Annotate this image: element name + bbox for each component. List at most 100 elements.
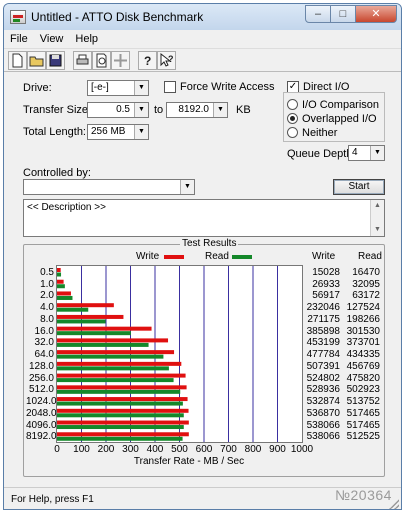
read-bar bbox=[57, 436, 183, 441]
open-icon[interactable] bbox=[27, 51, 46, 70]
queue-depth-value: 4 bbox=[352, 147, 358, 158]
start-button[interactable]: Start bbox=[333, 179, 385, 195]
save-icon[interactable] bbox=[46, 51, 65, 70]
legend-read-label: Read bbox=[205, 251, 229, 262]
size-label: 8192.0 bbox=[26, 431, 57, 443]
toolbar: ? ? bbox=[4, 48, 401, 72]
legend-write-label: Write bbox=[136, 251, 160, 262]
watermark: №20364 bbox=[335, 487, 392, 503]
write-bar bbox=[57, 420, 189, 425]
overlapped-io-radio[interactable] bbox=[287, 113, 298, 124]
help-icon[interactable]: ? bbox=[138, 51, 157, 70]
controlled-by-label: Controlled by: bbox=[23, 167, 91, 179]
size-label: 64.0 bbox=[34, 349, 54, 361]
title-bar[interactable]: Untitled - ATTO Disk Benchmark – □ ✕ bbox=[4, 4, 401, 30]
chevron-down-icon[interactable]: ▼ bbox=[180, 180, 194, 194]
chevron-down-icon[interactable]: ▼ bbox=[134, 81, 148, 95]
transfer-to-label: to bbox=[154, 104, 164, 116]
write-value: 532874 bbox=[306, 396, 340, 408]
scroll-down-icon[interactable]: ▼ bbox=[374, 226, 381, 233]
legend-write-swatch bbox=[164, 255, 184, 259]
x-axis-label: Transfer Rate - MB / Sec bbox=[133, 456, 245, 467]
write-value: 385898 bbox=[306, 325, 340, 337]
controlled-by-select[interactable]: ▼ bbox=[23, 179, 195, 195]
total-length-select[interactable]: 256 MB ▼ bbox=[87, 124, 149, 140]
menu-help[interactable]: Help bbox=[69, 33, 104, 45]
read-value: 517465 bbox=[346, 407, 380, 419]
results-chart-svg bbox=[57, 266, 278, 442]
read-value: 16470 bbox=[352, 267, 380, 278]
write-value: 271175 bbox=[307, 313, 340, 325]
write-bar bbox=[57, 408, 189, 413]
write-value: 232046 bbox=[306, 302, 340, 314]
overlapped-io-label: Overlapped I/O bbox=[302, 113, 377, 125]
main-panel: Drive: [-e-] ▼ Force Write Access ✓ Dire… bbox=[4, 72, 401, 487]
io-comparison-radio[interactable] bbox=[287, 99, 298, 110]
io-comparison-label: I/O Comparison bbox=[302, 99, 380, 111]
write-bar bbox=[57, 279, 64, 284]
read-bar bbox=[57, 319, 106, 324]
transfer-to-select[interactable]: 8192.0 ▼ bbox=[166, 102, 228, 118]
svg-text:?: ? bbox=[168, 54, 174, 64]
chevron-down-icon[interactable]: ▼ bbox=[134, 103, 148, 117]
drive-value: [-e-] bbox=[91, 82, 109, 93]
context-help-icon[interactable]: ? bbox=[157, 51, 176, 70]
transfer-from-value: 0.5 bbox=[116, 104, 130, 115]
description-field[interactable]: << Description >> ▲ ▼ bbox=[23, 199, 385, 237]
write-value: 524802 bbox=[306, 372, 340, 384]
size-label: 16.0 bbox=[34, 325, 54, 337]
queue-depth-select[interactable]: 4 ▼ bbox=[348, 145, 385, 161]
write-bar bbox=[57, 291, 71, 296]
write-bar bbox=[57, 303, 114, 308]
chevron-down-icon[interactable]: ▼ bbox=[134, 125, 148, 139]
menu-view[interactable]: View bbox=[34, 33, 70, 45]
write-value: 536870 bbox=[306, 407, 340, 419]
write-value: 528936 bbox=[306, 384, 340, 396]
queue-depth-label: Queue Depth: bbox=[287, 148, 356, 160]
window-title: Untitled - ATTO Disk Benchmark bbox=[31, 10, 204, 24]
size-label: 1024.0 bbox=[26, 396, 57, 408]
scroll-up-icon[interactable]: ▲ bbox=[374, 202, 381, 209]
write-bar bbox=[57, 350, 175, 355]
menu-file[interactable]: File bbox=[4, 33, 34, 45]
read-bar bbox=[57, 342, 149, 347]
print-icon[interactable] bbox=[73, 51, 92, 70]
read-bar bbox=[57, 413, 184, 418]
new-icon[interactable] bbox=[8, 51, 27, 70]
size-label: 1.0 bbox=[40, 278, 54, 290]
drive-select[interactable]: [-e-] ▼ bbox=[87, 80, 149, 96]
write-bar bbox=[57, 385, 187, 390]
move-icon[interactable] bbox=[111, 51, 130, 70]
transfer-unit-label: KB bbox=[236, 104, 251, 116]
minimize-button[interactable]: – bbox=[305, 5, 331, 23]
transfer-to-value: 8192.0 bbox=[178, 104, 209, 115]
write-value: 538066 bbox=[306, 419, 340, 431]
transfer-size-label: Transfer Size: bbox=[23, 104, 92, 116]
maximize-button[interactable]: □ bbox=[330, 5, 356, 23]
print-preview-icon[interactable] bbox=[92, 51, 111, 70]
total-length-label: Total Length: bbox=[23, 126, 86, 138]
transfer-from-select[interactable]: 0.5 ▼ bbox=[87, 102, 149, 118]
neither-radio[interactable] bbox=[287, 127, 298, 138]
force-write-checkbox[interactable] bbox=[164, 81, 176, 93]
size-label: 32.0 bbox=[34, 337, 54, 349]
chevron-down-icon[interactable]: ▼ bbox=[213, 103, 227, 117]
close-button[interactable]: ✕ bbox=[355, 5, 397, 23]
write-bar bbox=[57, 373, 186, 378]
chevron-down-icon[interactable]: ▼ bbox=[370, 146, 384, 160]
read-value: 513752 bbox=[346, 396, 380, 408]
x-tick-label: 1000 bbox=[290, 444, 314, 455]
write-value: 538066 bbox=[306, 431, 340, 443]
legend-read-swatch bbox=[232, 255, 252, 259]
write-value: 477784 bbox=[306, 349, 340, 361]
app-window: Untitled - ATTO Disk Benchmark – □ ✕ Fil… bbox=[3, 3, 402, 510]
read-column-header: Read bbox=[358, 251, 382, 262]
write-value: 507391 bbox=[306, 360, 340, 372]
neither-label: Neither bbox=[302, 127, 338, 139]
read-value: 198266 bbox=[346, 313, 380, 325]
write-value: 56917 bbox=[312, 290, 340, 302]
read-value: 32095 bbox=[352, 278, 380, 290]
description-scrollbar[interactable]: ▲ ▼ bbox=[370, 200, 384, 236]
test-results-group: Test Results Write Read Write Read 0.5 1.… bbox=[23, 238, 385, 477]
read-value: 512525 bbox=[346, 431, 380, 443]
